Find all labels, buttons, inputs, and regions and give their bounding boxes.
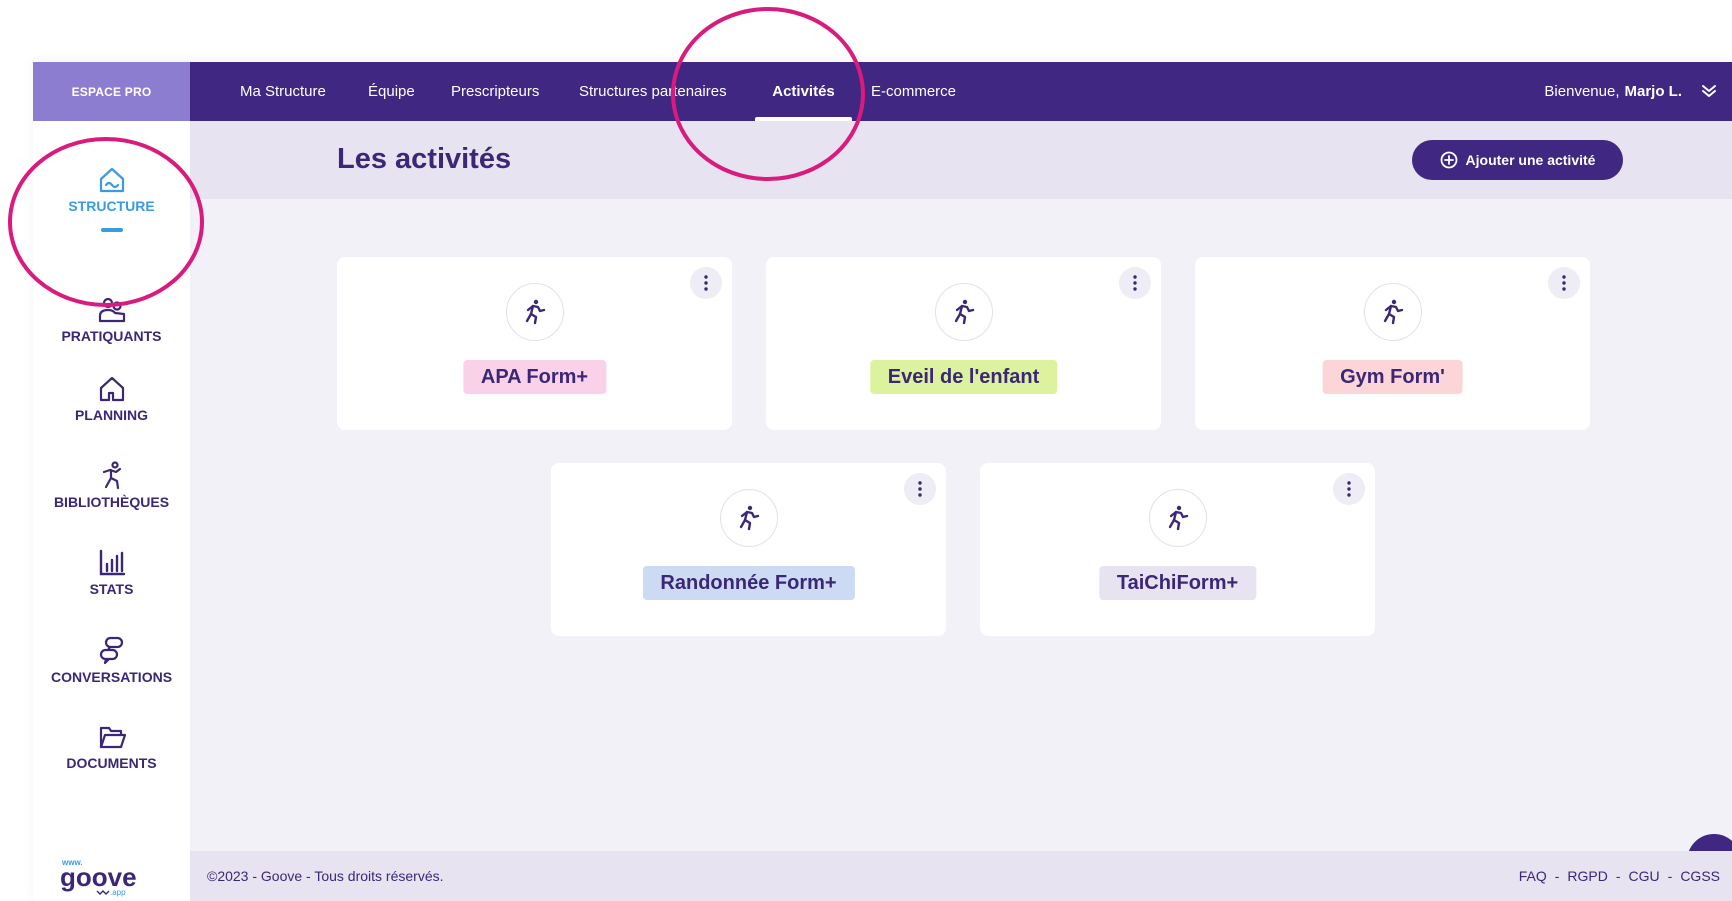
tab-structures-partenaires[interactable]: Structures partenaires [579,62,727,121]
app-window: ESPACE PRO STRUCTURE PRATIQUANTS PLANNIN… [33,62,1732,901]
user-welcome[interactable]: Bienvenue, Marjo L. [1544,62,1682,121]
activity-icon-circle [1363,283,1422,341]
vertical-dots-icon [1347,481,1351,497]
house-icon [99,376,124,402]
chat-bubbles-icon [99,636,123,665]
user-name: Marjo L. [1624,83,1682,100]
activity-name: APA Form+ [462,360,607,394]
footer-links: FAQ - RGPD - CGU - CGSS [1519,868,1720,884]
footer-link-cgu[interactable]: CGU [1629,868,1660,884]
logo-suffix: .app [110,888,126,897]
sidebar-item-label: BIBLIOTHÈQUES [53,494,170,510]
card-menu-button[interactable] [1119,267,1151,299]
activity-card[interactable]: Gym Form' [1195,257,1590,430]
plus-circle-icon [1440,151,1457,169]
sidebar-item-documents[interactable]: DOCUMENTS [33,721,190,771]
running-person-icon [1168,505,1188,531]
sidebar-item-pratiquants[interactable]: PRATIQUANTS [33,294,190,344]
separator: - [1615,868,1621,884]
sidebar-item-label: CONVERSATIONS [50,669,173,685]
tab-label: Activités [772,83,835,100]
add-activity-button[interactable]: Ajouter une activité [1412,140,1623,180]
card-menu-button[interactable] [690,267,722,299]
activity-name: Randonnée Form+ [642,566,855,600]
bar-chart-icon [99,549,125,576]
structure-house-icon [99,167,124,193]
add-activity-label: Ajouter une activité [1465,152,1596,168]
activity-icon-circle [934,283,993,341]
card-menu-button[interactable] [1333,473,1365,505]
vertical-dots-icon [918,481,922,497]
card-menu-button[interactable] [1548,267,1580,299]
vertical-dots-icon [1562,275,1566,291]
running-person-icon [739,505,759,531]
separator: - [1667,868,1673,884]
page-title: Les activités [337,143,512,175]
activity-icon-circle [719,489,778,547]
sidebar-item-planning[interactable]: PLANNING [33,373,190,423]
top-navigation: Ma Structure Équipe Prescripteurs Struct… [190,62,1732,121]
goove-logo[interactable]: www. goove .app [59,857,139,897]
page-header: Les activités Ajouter une activité [190,121,1732,199]
activity-name: TaiChiForm+ [1098,566,1257,600]
running-person-icon [954,299,974,325]
espace-pro-label: ESPACE PRO [33,62,190,121]
tab-e-commerce[interactable]: E-commerce [871,62,956,121]
tab-equipe[interactable]: Équipe [368,62,415,121]
activity-card[interactable]: TaiChiForm+ [980,463,1375,636]
sidebar-item-label: STRUCTURE [68,198,155,214]
running-person-icon [102,461,121,490]
sidebar-item-label: PLANNING [74,407,149,423]
sidebar-item-label: STATS [89,581,134,597]
footer: ©2023 - Goove - Tous droits réservés. FA… [190,851,1732,901]
activity-icon-circle [1148,489,1207,547]
sidebar-item-conversations[interactable]: CONVERSATIONS [33,635,190,685]
tab-label: Ma Structure [240,83,326,100]
copyright: ©2023 - Goove - Tous droits réservés. [207,868,444,884]
sidebar-item-label: PRATIQUANTS [61,328,162,344]
activity-icon-circle [505,283,564,341]
sidebar: ESPACE PRO STRUCTURE PRATIQUANTS PLANNIN… [33,62,190,901]
tab-label: Équipe [368,83,415,100]
vertical-dots-icon [1133,275,1137,291]
double-chevron-down-icon[interactable] [1698,80,1720,102]
sidebar-item-structure[interactable]: STRUCTURE [33,164,190,232]
sidebar-item-stats[interactable]: STATS [33,547,190,597]
activity-name: Eveil de l'enfant [869,360,1058,394]
tab-label: Structures partenaires [579,83,727,100]
sidebar-item-bibliotheques[interactable]: BIBLIOTHÈQUES [33,460,190,510]
tab-ma-structure[interactable]: Ma Structure [240,62,326,121]
footer-link-rgpd[interactable]: RGPD [1567,868,1607,884]
sidebar-item-label: DOCUMENTS [66,755,157,771]
running-person-icon [1383,299,1403,325]
footer-link-faq[interactable]: FAQ [1519,868,1547,884]
tab-label: Prescripteurs [451,83,540,100]
activity-card[interactable]: Randonnée Form+ [551,463,946,636]
tab-activites[interactable]: Activités [755,62,852,121]
tab-prescripteurs[interactable]: Prescripteurs [451,62,539,121]
card-menu-button[interactable] [904,473,936,505]
activity-card[interactable]: Eveil de l'enfant [766,257,1161,430]
activity-card[interactable]: APA Form+ [337,257,732,430]
separator: - [1554,868,1560,884]
tab-label: E-commerce [871,83,957,100]
activity-name: Gym Form' [1322,360,1463,394]
vertical-dots-icon [704,275,708,291]
users-icon [98,297,125,323]
footer-link-cgss[interactable]: CGSS [1680,868,1720,884]
running-person-icon [525,299,545,325]
folder-icon [99,726,126,749]
welcome-text: Bienvenue, [1544,83,1620,100]
active-indicator [100,228,123,232]
